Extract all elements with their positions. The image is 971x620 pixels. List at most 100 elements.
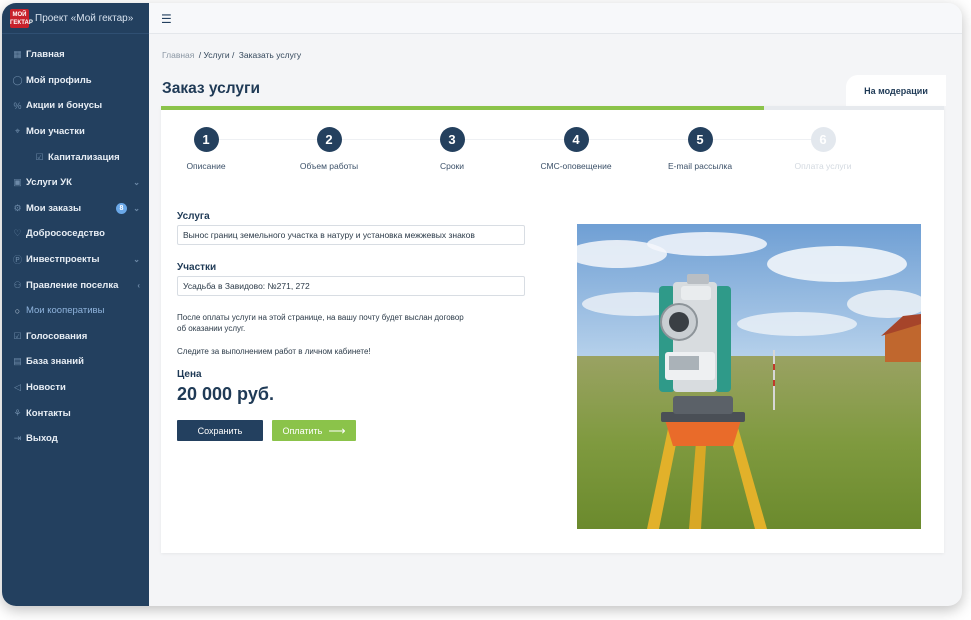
sidebar-item-cooperatives[interactable]: ○ Мои кооперативы bbox=[2, 298, 149, 324]
percent-icon: % bbox=[13, 100, 22, 111]
sidebar-item-label: Добрососедство bbox=[26, 228, 105, 240]
sidebar-item-news[interactable]: ◁ Новости bbox=[2, 375, 149, 401]
sidebar-item-home[interactable]: ▦ Главная bbox=[2, 42, 149, 68]
sidebar-item-label: Мои кооперативы bbox=[26, 305, 105, 317]
ballot-icon: ☑ bbox=[13, 330, 22, 341]
check-square-icon: ☑ bbox=[35, 151, 44, 162]
app-window: МОЙ ГЕКТАР Проект «Мой гектар» ▦ Главная … bbox=[2, 3, 962, 606]
sidebar-item-label: Акции и бонусы bbox=[26, 100, 103, 112]
coin-icon: Ⓟ bbox=[12, 255, 22, 266]
plots-field[interactable]: Усадьба в Завидово: №271, 272 bbox=[177, 276, 525, 296]
step-label: СМС-оповещение bbox=[540, 161, 612, 171]
info-line: После оплаты услуги на этой странице, на… bbox=[177, 313, 464, 322]
step-number: 6 bbox=[810, 127, 836, 152]
pay-button[interactable]: Оплатить ⟶ bbox=[272, 420, 356, 441]
price-value: 20 000 руб. bbox=[177, 384, 274, 404]
sidebar-item-label: Голосования bbox=[26, 330, 88, 342]
sidebar-item-voting[interactable]: ☑ Голосования bbox=[2, 324, 149, 350]
orders-count-badge: 8 bbox=[116, 202, 127, 214]
sidebar: МОЙ ГЕКТАР Проект «Мой гектар» ▦ Главная … bbox=[2, 3, 149, 606]
people-icon: ⚇ bbox=[13, 279, 22, 290]
progress-fill bbox=[161, 106, 764, 110]
sidebar-item-label: Контакты bbox=[26, 407, 71, 419]
sidebar-item-label: Главная bbox=[26, 49, 65, 61]
info-line: об оказании услуг. bbox=[177, 323, 246, 333]
sidebar-item-promotions[interactable]: % Акции и бонусы bbox=[2, 93, 149, 119]
arrow-right-icon: ⟶ bbox=[328, 423, 346, 438]
step-number: 4 bbox=[563, 127, 589, 152]
megaphone-icon: ◁ bbox=[14, 382, 21, 393]
sidebar-item-label: Правление поселка bbox=[26, 279, 119, 291]
step-number: 2 bbox=[316, 127, 342, 152]
sidebar-item-label: Услуги УК bbox=[26, 177, 72, 189]
service-field[interactable]: Вынос границ земельного участка в натуру… bbox=[177, 225, 525, 245]
brand-title: Проект «Мой гектар» bbox=[35, 12, 134, 24]
step-description[interactable]: 1 Описание bbox=[161, 127, 251, 171]
sidebar-item-logout[interactable]: ⇥ Выход bbox=[2, 426, 149, 452]
sidebar-item-capitalization[interactable]: ☑ Капитализация bbox=[2, 144, 149, 170]
circle-icon: ○ bbox=[14, 305, 21, 316]
plots-label: Участки bbox=[177, 262, 217, 273]
dashboard-icon: ▦ bbox=[13, 49, 22, 60]
sidebar-item-label: База знаний bbox=[26, 356, 84, 368]
brand-header[interactable]: МОЙ ГЕКТАР Проект «Мой гектар» bbox=[2, 3, 149, 34]
chevron-down-icon: ⌄ bbox=[133, 203, 140, 213]
tracking-info-text: Следите за выполнением работ в личном ка… bbox=[177, 347, 371, 356]
step-email[interactable]: 5 E-mail рассылка bbox=[655, 127, 745, 171]
page-title: Заказ услуги bbox=[162, 80, 261, 97]
sidebar-item-neighborhood[interactable]: ♡ Добрососедство bbox=[2, 221, 149, 247]
sidebar-item-label: Мои участки bbox=[26, 126, 85, 138]
user-icon: ◯ bbox=[12, 74, 23, 85]
sidebar-item-label: Выход bbox=[26, 433, 58, 445]
logout-icon: ⇥ bbox=[13, 433, 22, 444]
menu-toggle-icon[interactable]: ☰ bbox=[161, 12, 172, 26]
step-terms[interactable]: 3 Сроки bbox=[407, 127, 497, 171]
top-bar: ☰ bbox=[149, 3, 962, 34]
gear-icon: ⚙ bbox=[13, 202, 22, 213]
save-button[interactable]: Сохранить bbox=[177, 420, 263, 441]
briefcase-icon: ▣ bbox=[13, 177, 22, 188]
sidebar-item-label: Инвестпроекты bbox=[26, 254, 100, 266]
step-number: 1 bbox=[193, 127, 219, 152]
contacts-icon: ⚘ bbox=[13, 407, 22, 418]
step-sms[interactable]: 4 СМС-оповещение bbox=[531, 127, 621, 171]
sidebar-item-plots[interactable]: ⌖ Мои участки bbox=[2, 119, 149, 145]
sidebar-item-label: Новости bbox=[26, 382, 66, 394]
book-icon: ▤ bbox=[13, 356, 22, 367]
pay-button-label: Оплатить bbox=[282, 425, 323, 436]
sidebar-item-knowledge[interactable]: ▤ База знаний bbox=[2, 349, 149, 375]
chevron-down-icon: ⌄ bbox=[133, 255, 140, 265]
step-volume[interactable]: 2 Объем работы bbox=[284, 127, 374, 171]
price-label: Цена bbox=[177, 369, 202, 380]
sidebar-item-uk-services[interactable]: ▣ Услуги УК ⌄ bbox=[2, 170, 149, 196]
step-payment: 6 Оплата услуги bbox=[778, 127, 868, 171]
sidebar-item-label: Капитализация bbox=[48, 151, 120, 163]
sidebar-item-orders[interactable]: ⚙ Мои заказы 8 ⌄ bbox=[2, 196, 149, 222]
sidebar-item-contacts[interactable]: ⚘ Контакты bbox=[2, 400, 149, 426]
sidebar-item-label: Мои заказы bbox=[26, 202, 82, 214]
sidebar-item-label: Мой профиль bbox=[26, 74, 92, 86]
step-label: Объем работы bbox=[299, 161, 359, 171]
progress-track bbox=[161, 106, 944, 110]
service-photo bbox=[577, 224, 921, 529]
step-label: Сроки bbox=[439, 161, 465, 171]
breadcrumb-current: Заказать услугу bbox=[238, 50, 302, 60]
step-label: Оплата услуги bbox=[794, 161, 852, 171]
chevron-down-icon: ⌄ bbox=[133, 178, 140, 188]
step-label: Описание bbox=[186, 161, 226, 171]
sidebar-item-profile[interactable]: ◯ Мой профиль bbox=[2, 68, 149, 94]
handshake-icon: ♡ bbox=[13, 228, 22, 239]
order-card: 1 Описание 2 Объем работы 3 Сроки 4 СМС-… bbox=[161, 106, 944, 553]
payment-info-text: После оплаты услуги на этой странице, на… bbox=[177, 313, 507, 334]
sidebar-nav: ▦ Главная ◯ Мой профиль % Акции и бонусы… bbox=[2, 34, 149, 452]
status-tab: На модерации bbox=[846, 75, 946, 106]
sidebar-item-investments[interactable]: Ⓟ Инвестпроекты ⌄ bbox=[2, 247, 149, 273]
breadcrumb-home[interactable]: Главная bbox=[162, 50, 194, 60]
breadcrumb: Главная / Услуги / Заказать услугу bbox=[162, 50, 303, 60]
logo: МОЙ ГЕКТАР bbox=[10, 8, 33, 28]
breadcrumb-services[interactable]: / Услуги / bbox=[199, 50, 235, 60]
step-label: E-mail рассылка bbox=[667, 161, 733, 171]
sidebar-item-board[interactable]: ⚇ Правление поселка ‹ bbox=[2, 272, 149, 298]
step-number: 3 bbox=[439, 127, 465, 152]
step-number: 5 bbox=[687, 127, 713, 152]
